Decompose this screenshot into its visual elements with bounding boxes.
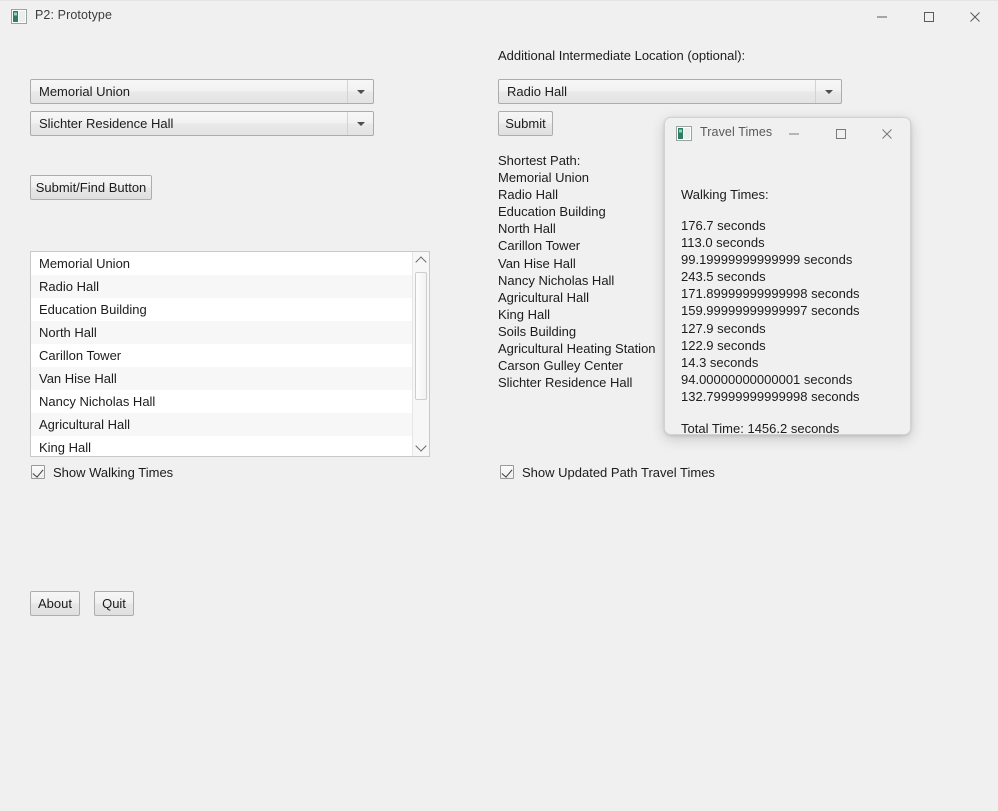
- list-item[interactable]: Agricultural Hall: [31, 413, 412, 436]
- checkbox-box[interactable]: [500, 465, 514, 479]
- end-location-value: Slichter Residence Hall: [31, 116, 347, 131]
- locations-list-viewport: Memorial UnionRadio HallEducation Buildi…: [31, 252, 412, 456]
- total-time-label: Total Time: 1456.2 seconds: [681, 421, 839, 435]
- close-icon[interactable]: [952, 1, 998, 32]
- intermediate-location-dropdown[interactable]: Radio Hall: [498, 79, 842, 104]
- end-location-dropdown[interactable]: Slichter Residence Hall: [30, 111, 374, 136]
- window-title: P2: Prototype: [35, 8, 112, 22]
- walking-time-entry: 14.3 seconds: [681, 354, 860, 371]
- list-item[interactable]: Memorial Union: [31, 252, 412, 275]
- chevron-down-icon[interactable]: [347, 112, 373, 135]
- walking-time-entry: 122.9 seconds: [681, 337, 860, 354]
- walking-time-entry: 171.89999999999998 seconds: [681, 285, 860, 302]
- app-icon: [11, 9, 27, 24]
- walking-time-entry: 99.19999999999999 seconds: [681, 251, 860, 268]
- submit-find-button[interactable]: Submit/Find Button: [30, 175, 152, 200]
- minimize-icon[interactable]: [771, 118, 817, 149]
- chevron-down-icon[interactable]: [413, 439, 429, 456]
- app-icon: [676, 126, 692, 141]
- maximize-icon[interactable]: [906, 1, 952, 32]
- chevron-down-icon[interactable]: [815, 80, 841, 103]
- dialog-body: Walking Times: 176.7 seconds113.0 second…: [665, 149, 910, 434]
- checkbox-box[interactable]: [31, 465, 45, 479]
- minimize-icon[interactable]: [859, 1, 905, 32]
- walking-time-entry: 127.9 seconds: [681, 320, 860, 337]
- chevron-down-icon[interactable]: [347, 80, 373, 103]
- submit-button[interactable]: Submit: [498, 111, 553, 136]
- list-item[interactable]: Van Hise Hall: [31, 367, 412, 390]
- maximize-icon[interactable]: [818, 118, 864, 149]
- travel-times-dialog: Travel Times Walking Times: 176.7 second…: [664, 117, 911, 435]
- close-icon[interactable]: [864, 118, 910, 149]
- walking-time-entry: 94.00000000000001 seconds: [681, 371, 860, 388]
- list-item[interactable]: Education Building: [31, 298, 412, 321]
- walking-time-entry: 113.0 seconds: [681, 234, 860, 251]
- dialog-title: Travel Times: [700, 125, 772, 139]
- walking-times-heading: Walking Times:: [681, 187, 769, 202]
- show-walking-times-checkbox[interactable]: Show Walking Times: [31, 463, 173, 481]
- about-button[interactable]: About: [30, 591, 80, 616]
- quit-button[interactable]: Quit: [94, 591, 134, 616]
- main-window: P2: Prototype Memorial Union Slichter Re…: [0, 0, 998, 811]
- show-updated-path-travel-times-label: Show Updated Path Travel Times: [522, 465, 715, 480]
- intermediate-location-label: Additional Intermediate Location (option…: [498, 48, 745, 63]
- intermediate-location-value: Radio Hall: [499, 84, 815, 99]
- start-location-value: Memorial Union: [31, 84, 347, 99]
- chevron-up-icon[interactable]: [413, 252, 429, 269]
- walking-time-entry: 159.99999999999997 seconds: [681, 302, 860, 319]
- walking-time-entry: 176.7 seconds: [681, 217, 860, 234]
- window-titlebar: P2: Prototype: [0, 1, 998, 32]
- list-item[interactable]: Carillon Tower: [31, 344, 412, 367]
- walking-time-entry: 132.79999999999998 seconds: [681, 388, 860, 405]
- show-updated-path-travel-times-checkbox[interactable]: Show Updated Path Travel Times: [500, 463, 715, 481]
- show-walking-times-label: Show Walking Times: [53, 465, 173, 480]
- walking-time-entry: 243.5 seconds: [681, 268, 860, 285]
- list-item[interactable]: Nancy Nicholas Hall: [31, 390, 412, 413]
- list-item[interactable]: King Hall: [31, 436, 412, 456]
- locations-list-scrollbar[interactable]: [412, 252, 429, 456]
- list-item[interactable]: North Hall: [31, 321, 412, 344]
- walking-times-list: 176.7 seconds113.0 seconds99.19999999999…: [681, 217, 860, 405]
- list-item[interactable]: Radio Hall: [31, 275, 412, 298]
- locations-list[interactable]: Memorial UnionRadio HallEducation Buildi…: [30, 251, 430, 457]
- start-location-dropdown[interactable]: Memorial Union: [30, 79, 374, 104]
- dialog-titlebar: Travel Times: [665, 118, 910, 149]
- scrollbar-thumb[interactable]: [415, 272, 427, 400]
